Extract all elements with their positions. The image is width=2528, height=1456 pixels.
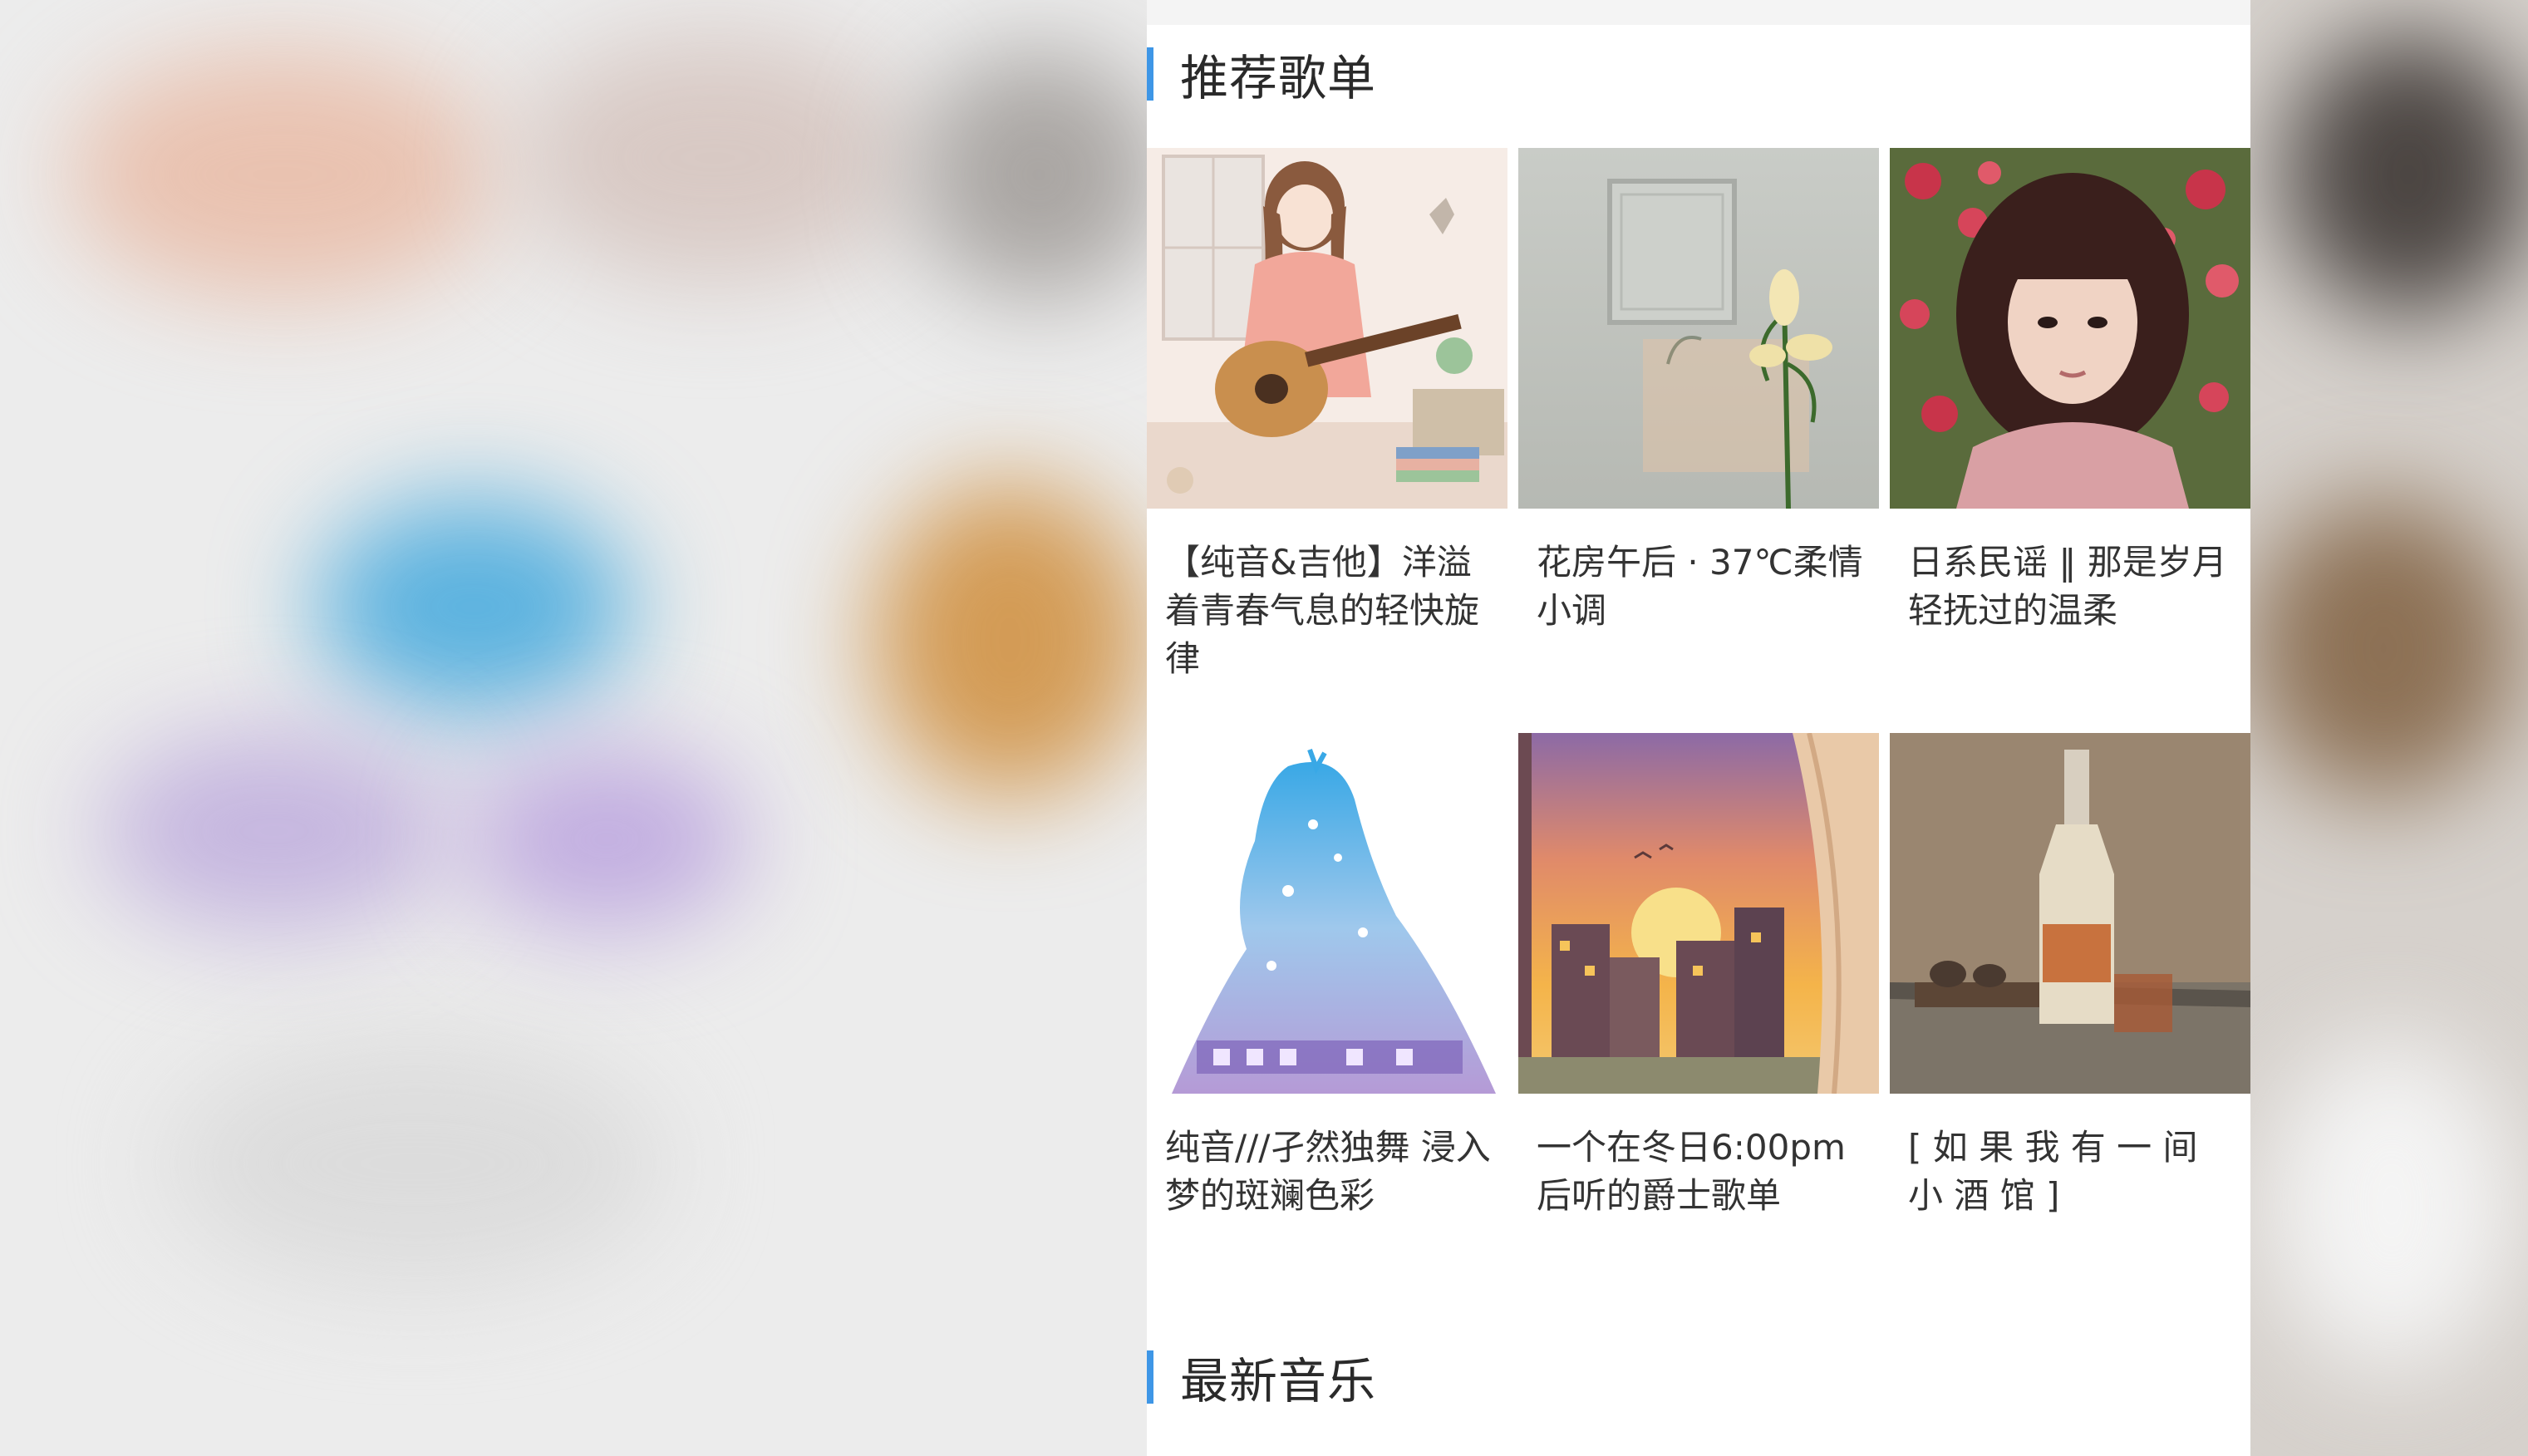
section-title-latest: 最新音乐	[1180, 1353, 1377, 1409]
blur-blob	[166, 1039, 665, 1288]
blur-blob	[914, 50, 1147, 299]
blur-blob	[66, 50, 499, 299]
blur-blob	[515, 33, 914, 283]
section-title-recommended: 推荐歌单	[1180, 50, 1377, 106]
playlist-cover-6[interactable]	[1890, 733, 2250, 1094]
playlist-title-6[interactable]: [ 如 果 我 有 一 间 小 酒 馆 ]	[1908, 1124, 2240, 1220]
section-accent-bar	[1147, 47, 1153, 101]
blur-blob	[873, 482, 1147, 798]
section-accent-bar	[1147, 1350, 1153, 1404]
cover-illustration-silhouette	[1147, 733, 1507, 1094]
playlist-title-4[interactable]: 纯音///孑然独舞 浸入梦的斑斓色彩	[1165, 1124, 1498, 1220]
blurred-background-left	[0, 0, 1147, 1456]
playlist-title-5[interactable]: 一个在冬日6:00pm后听的爵士歌单	[1537, 1124, 1869, 1220]
blur-blob	[2284, 33, 2528, 316]
playlist-cover-2[interactable]	[1518, 148, 1879, 509]
playlist-cover-4[interactable]	[1147, 733, 1507, 1094]
content-panel: 推荐歌单 【纯音&吉他】洋溢着青春气息的轻快旋律 花房午后 · 37℃柔情小调 …	[1147, 0, 2250, 1456]
cover-illustration-sunset-window	[1518, 733, 1879, 1094]
top-strip	[1147, 0, 2250, 25]
blur-blob	[2267, 1039, 2516, 1371]
blur-blob	[2250, 499, 2516, 798]
blur-blob	[316, 499, 632, 715]
cover-photo-lily	[1518, 148, 1879, 509]
cover-photo-portrait	[1890, 148, 2250, 509]
playlist-title-3[interactable]: 日系民谣 ‖ 那是岁月轻抚过的温柔	[1908, 539, 2240, 635]
playlist-cover-1[interactable]	[1147, 148, 1507, 509]
cover-illustration-guitar-girl	[1147, 148, 1507, 509]
playlist-cover-3[interactable]	[1890, 148, 2250, 509]
cover-photo-wine-bottle	[1890, 733, 2250, 1094]
playlist-cover-5[interactable]	[1518, 733, 1879, 1094]
playlist-title-1[interactable]: 【纯音&吉他】洋溢着青春气息的轻快旋律	[1165, 539, 1498, 683]
section-header-latest: 最新音乐	[1147, 1348, 1376, 1409]
blur-blob	[465, 748, 748, 931]
blur-blob	[100, 731, 449, 931]
section-header-recommended: 推荐歌单	[1147, 45, 1376, 106]
playlist-title-2[interactable]: 花房午后 · 37℃柔情小调	[1537, 539, 1869, 635]
blurred-background-right	[2250, 0, 2528, 1456]
